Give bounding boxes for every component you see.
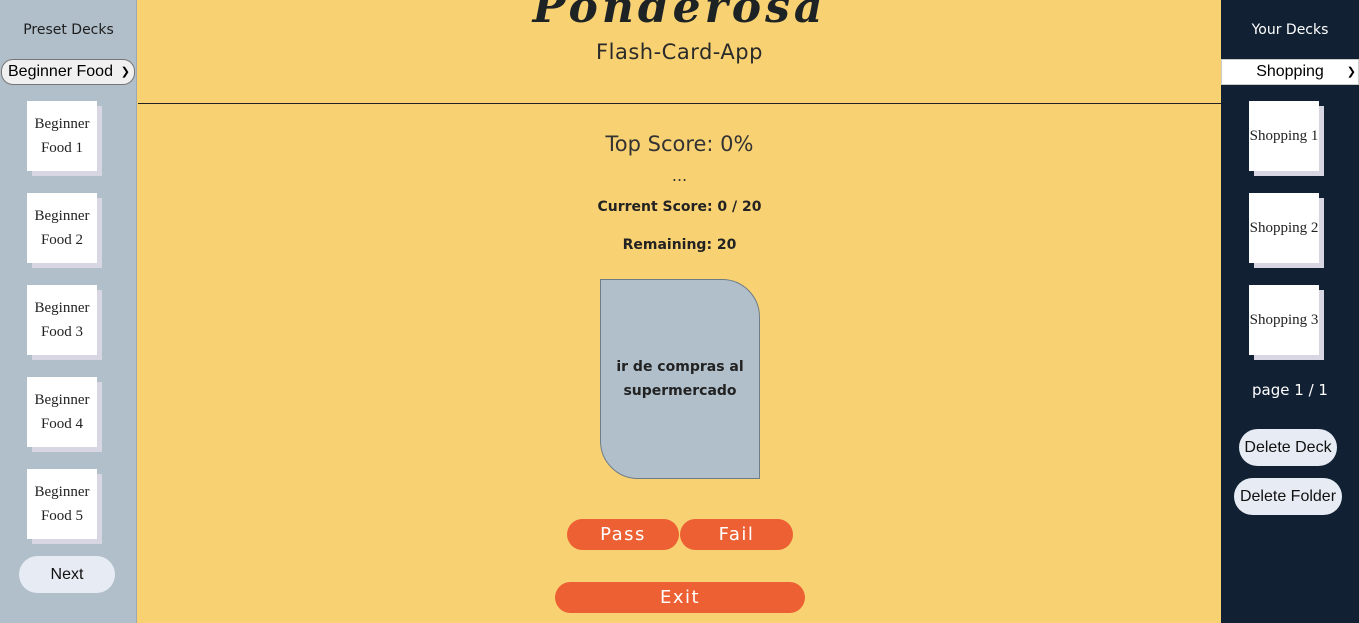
flashcard[interactable]: ir de compras al supermercado [600,279,760,479]
your-decks-title: Your Decks [1251,22,1329,38]
deck-card-label: Shopping 3 [1249,312,1319,328]
preset-deck-card-2[interactable]: Beginner Food 2 [27,193,97,263]
page-indicator: page 1 / 1 [1252,381,1328,399]
brand-title: Ponderosa [532,0,827,33]
delete-deck-button[interactable]: Delete Deck [1239,429,1337,466]
preset-deck-card-3[interactable]: Beginner Food 3 [27,285,97,355]
flashcard-text: ir de compras al supermercado [616,359,744,399]
deck-card-label: Beginner Food 1 [34,116,90,156]
deck-card-label: Shopping 2 [1249,220,1319,236]
deck-card-label: Beginner Food 5 [34,484,90,524]
deck-card-label: Beginner Food 3 [34,300,90,340]
preset-deck-select[interactable]: Beginner Food ❯ [1,59,135,85]
preset-deck-select-value: Beginner Food [8,63,113,80]
preset-sidebar: Preset Decks Beginner Food ❯ Beginner Fo… [0,0,137,623]
folder-select[interactable]: Shopping ❯ [1221,59,1359,85]
pass-button[interactable]: Pass [567,519,679,550]
fail-button[interactable]: Fail [680,519,793,550]
your-decks-sidebar: Your Decks Shopping ❯ Shopping 1 Shoppin… [1221,0,1359,623]
exit-button[interactable]: Exit [555,582,805,613]
deck-card-label: Beginner Food 4 [34,392,90,432]
current-score: Current Score: 0 / 20 [597,199,762,215]
preset-deck-card-5[interactable]: Beginner Food 5 [27,469,97,539]
chevron-down-icon: ❯ [120,66,130,78]
remaining-count: Remaining: 20 [622,237,737,253]
top-score: Top Score: 0% [605,132,754,156]
next-button[interactable]: Next [19,556,115,593]
delete-folder-button[interactable]: Delete Folder [1234,478,1342,515]
user-deck-card-3[interactable]: Shopping 3 [1249,285,1319,355]
app-header: Ponderosa Flash-Card-App [138,0,1221,104]
folder-select-value: Shopping [1256,63,1324,80]
user-deck-card-2[interactable]: Shopping 2 [1249,193,1319,263]
user-deck-card-1[interactable]: Shopping 1 [1249,101,1319,171]
preset-deck-card-4[interactable]: Beginner Food 4 [27,377,97,447]
preset-deck-card-1[interactable]: Beginner Food 1 [27,101,97,171]
deck-card-label: Beginner Food 2 [34,208,90,248]
loading-dots: ... [671,166,688,185]
preset-decks-title: Preset Decks [23,22,114,38]
app-subtitle: Flash-Card-App [596,40,763,64]
deck-card-label: Shopping 1 [1249,128,1319,144]
chevron-down-icon: ❯ [1346,66,1356,78]
